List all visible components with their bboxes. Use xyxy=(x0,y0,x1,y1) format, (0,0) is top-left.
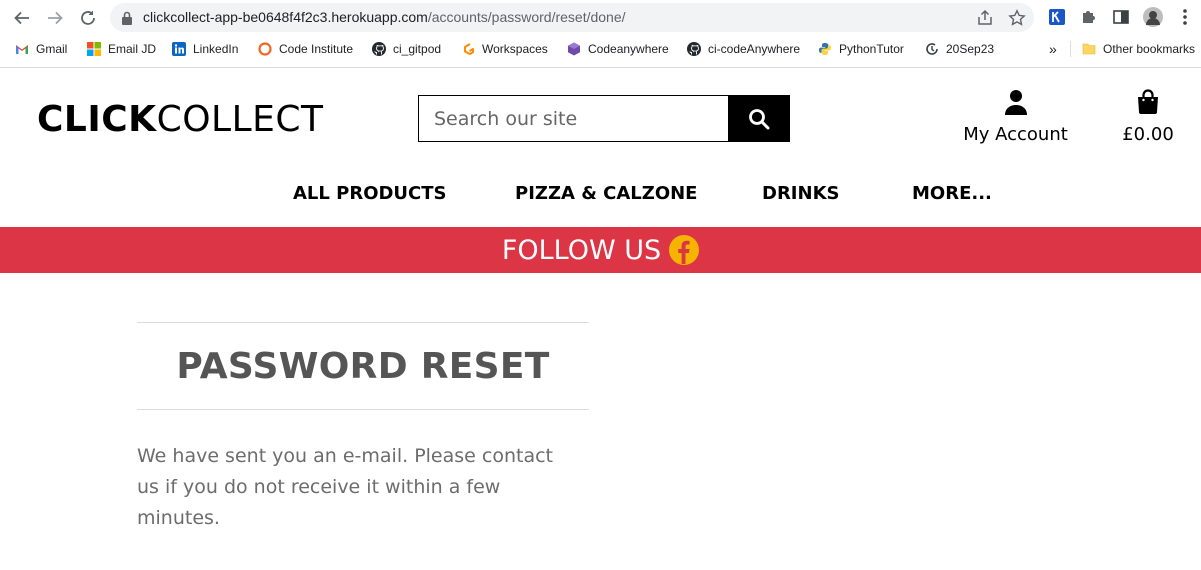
side-panel-icon xyxy=(1113,10,1129,24)
linkedin-icon xyxy=(172,42,186,56)
user-icon xyxy=(1004,90,1027,115)
nav-pizza-calzone[interactable]: PIZZA & CALZONE xyxy=(515,183,697,204)
site-logo[interactable]: CLICKCOLLECT xyxy=(37,99,324,140)
nav-more[interactable]: MORE... xyxy=(912,183,992,204)
my-account-link[interactable]: My Account xyxy=(958,89,1073,145)
bookmark-label: ci-codeAnywhere xyxy=(708,42,801,56)
extension-blue-icon xyxy=(1049,9,1065,25)
bookmark-label: Code Institute xyxy=(279,42,354,56)
other-bookmarks-label: Other bookmarks xyxy=(1103,42,1196,56)
bookmark-label: Email JD xyxy=(108,42,157,56)
back-button[interactable] xyxy=(10,6,34,30)
microsoft-icon xyxy=(87,42,101,56)
shopping-bag-link[interactable]: £0.00 xyxy=(1112,89,1184,145)
code-institute-icon xyxy=(258,42,272,56)
divider-bottom xyxy=(137,409,589,410)
search-button[interactable] xyxy=(728,96,789,141)
facebook-link[interactable] xyxy=(669,235,700,265)
bookmarks-overflow-button[interactable]: » xyxy=(1049,40,1057,58)
codeanywhere-icon xyxy=(568,42,580,56)
folder-icon xyxy=(1082,43,1096,55)
profile-button[interactable] xyxy=(1142,6,1164,28)
browser-chrome: clickcollect-app-be0648f4f2c3.herokuapp.… xyxy=(0,0,1201,68)
main-nav: ALL PRODUCTS PIZZA & CALZONE DRINKS MORE… xyxy=(0,183,1201,205)
github-icon xyxy=(372,42,386,56)
follow-us-banner: FOLLOW US xyxy=(0,227,1201,273)
password-reset-panel: PASSWORD RESET We have sent you an e-mai… xyxy=(137,322,589,534)
address-bar[interactable]: clickcollect-app-be0648f4f2c3.herokuapp.… xyxy=(110,3,1034,32)
shopping-bag-icon xyxy=(1138,89,1158,114)
bookmark-gmail[interactable]: Gmail xyxy=(15,40,67,58)
confirmation-message: We have sent you an e-mail. Please conta… xyxy=(137,445,553,529)
bookmark-ci-codeanywhere[interactable]: ci-codeAnywhere xyxy=(687,40,800,58)
python-icon xyxy=(819,43,831,55)
reload-button[interactable] xyxy=(76,6,100,30)
bookmarks-divider xyxy=(1070,41,1071,57)
site-page: CLICKCOLLECT My Account £0.00 ALL PRODUC… xyxy=(0,69,1201,570)
bookmark-label: LinkedIn xyxy=(193,42,239,56)
bookmark-label: Codeanywhere xyxy=(588,42,669,56)
bookmark-code-institute[interactable]: Code Institute xyxy=(258,40,353,58)
side-panel-button[interactable] xyxy=(1110,6,1132,28)
bookmark-linkedin[interactable]: LinkedIn xyxy=(172,40,238,58)
forward-arrow-icon xyxy=(48,11,63,25)
nav-drinks[interactable]: DRINKS xyxy=(762,183,839,204)
gmail-icon xyxy=(16,45,28,54)
kebab-menu-icon xyxy=(1183,9,1187,25)
facebook-icon xyxy=(669,235,699,265)
bookmark-star-icon[interactable] xyxy=(1008,9,1026,27)
follow-us-text: FOLLOW US xyxy=(501,234,662,266)
extensions-button[interactable] xyxy=(1078,6,1100,28)
bookmark-codeanywhere[interactable]: Codeanywhere xyxy=(567,40,669,58)
bookmark-20sep23[interactable]: 20Sep23 xyxy=(925,40,994,58)
profile-avatar-icon xyxy=(1143,7,1163,27)
bookmark-label: PythonTutor xyxy=(839,42,904,56)
bag-total: £0.00 xyxy=(1122,124,1174,145)
my-account-label: My Account xyxy=(963,124,1068,145)
bookmark-pythontutor[interactable]: PythonTutor xyxy=(818,40,904,58)
nav-all-products[interactable]: ALL PRODUCTS xyxy=(293,183,447,204)
github-icon xyxy=(687,42,701,56)
share-icon[interactable] xyxy=(976,9,994,27)
bookmark-label: 20Sep23 xyxy=(946,42,995,56)
other-bookmarks-folder[interactable]: Other bookmarks xyxy=(1082,40,1195,58)
bookmark-ci-gitpod[interactable]: ci_gitpod xyxy=(372,40,441,58)
search-form xyxy=(418,95,790,142)
bookmark-workspaces[interactable]: Workspaces xyxy=(461,40,548,58)
back-arrow-icon xyxy=(14,11,29,25)
search-input[interactable] xyxy=(419,96,729,141)
reload-icon xyxy=(81,10,95,25)
browser-menu-button[interactable] xyxy=(1174,6,1196,28)
url-text: clickcollect-app-be0648f4f2c3.herokuapp.… xyxy=(143,9,626,25)
clock-icon xyxy=(926,43,938,55)
url-path: /accounts/password/reset/done/ xyxy=(427,9,626,25)
forward-button[interactable] xyxy=(43,6,67,30)
bookmark-label: ci_gitpod xyxy=(393,42,442,56)
bookmark-label: Gmail xyxy=(36,42,68,56)
url-host: clickcollect-app-be0648f4f2c3.herokuapp.… xyxy=(143,9,428,25)
lock-icon xyxy=(122,11,132,25)
bookmarks-bar: Gmail Email JD LinkedIn Code Institute c… xyxy=(0,37,1201,61)
bookmark-email-jd[interactable]: Email JD xyxy=(87,40,156,58)
puzzle-icon xyxy=(1083,11,1095,23)
logo-light-text: COLLECT xyxy=(156,99,324,140)
search-icon xyxy=(748,108,769,129)
extension-button[interactable] xyxy=(1046,6,1068,28)
logo-bold-text: CLICK xyxy=(37,99,157,140)
bookmark-label: Workspaces xyxy=(482,42,548,56)
page-title: PASSWORD RESET xyxy=(176,346,550,387)
gitpod-icon xyxy=(464,43,474,55)
